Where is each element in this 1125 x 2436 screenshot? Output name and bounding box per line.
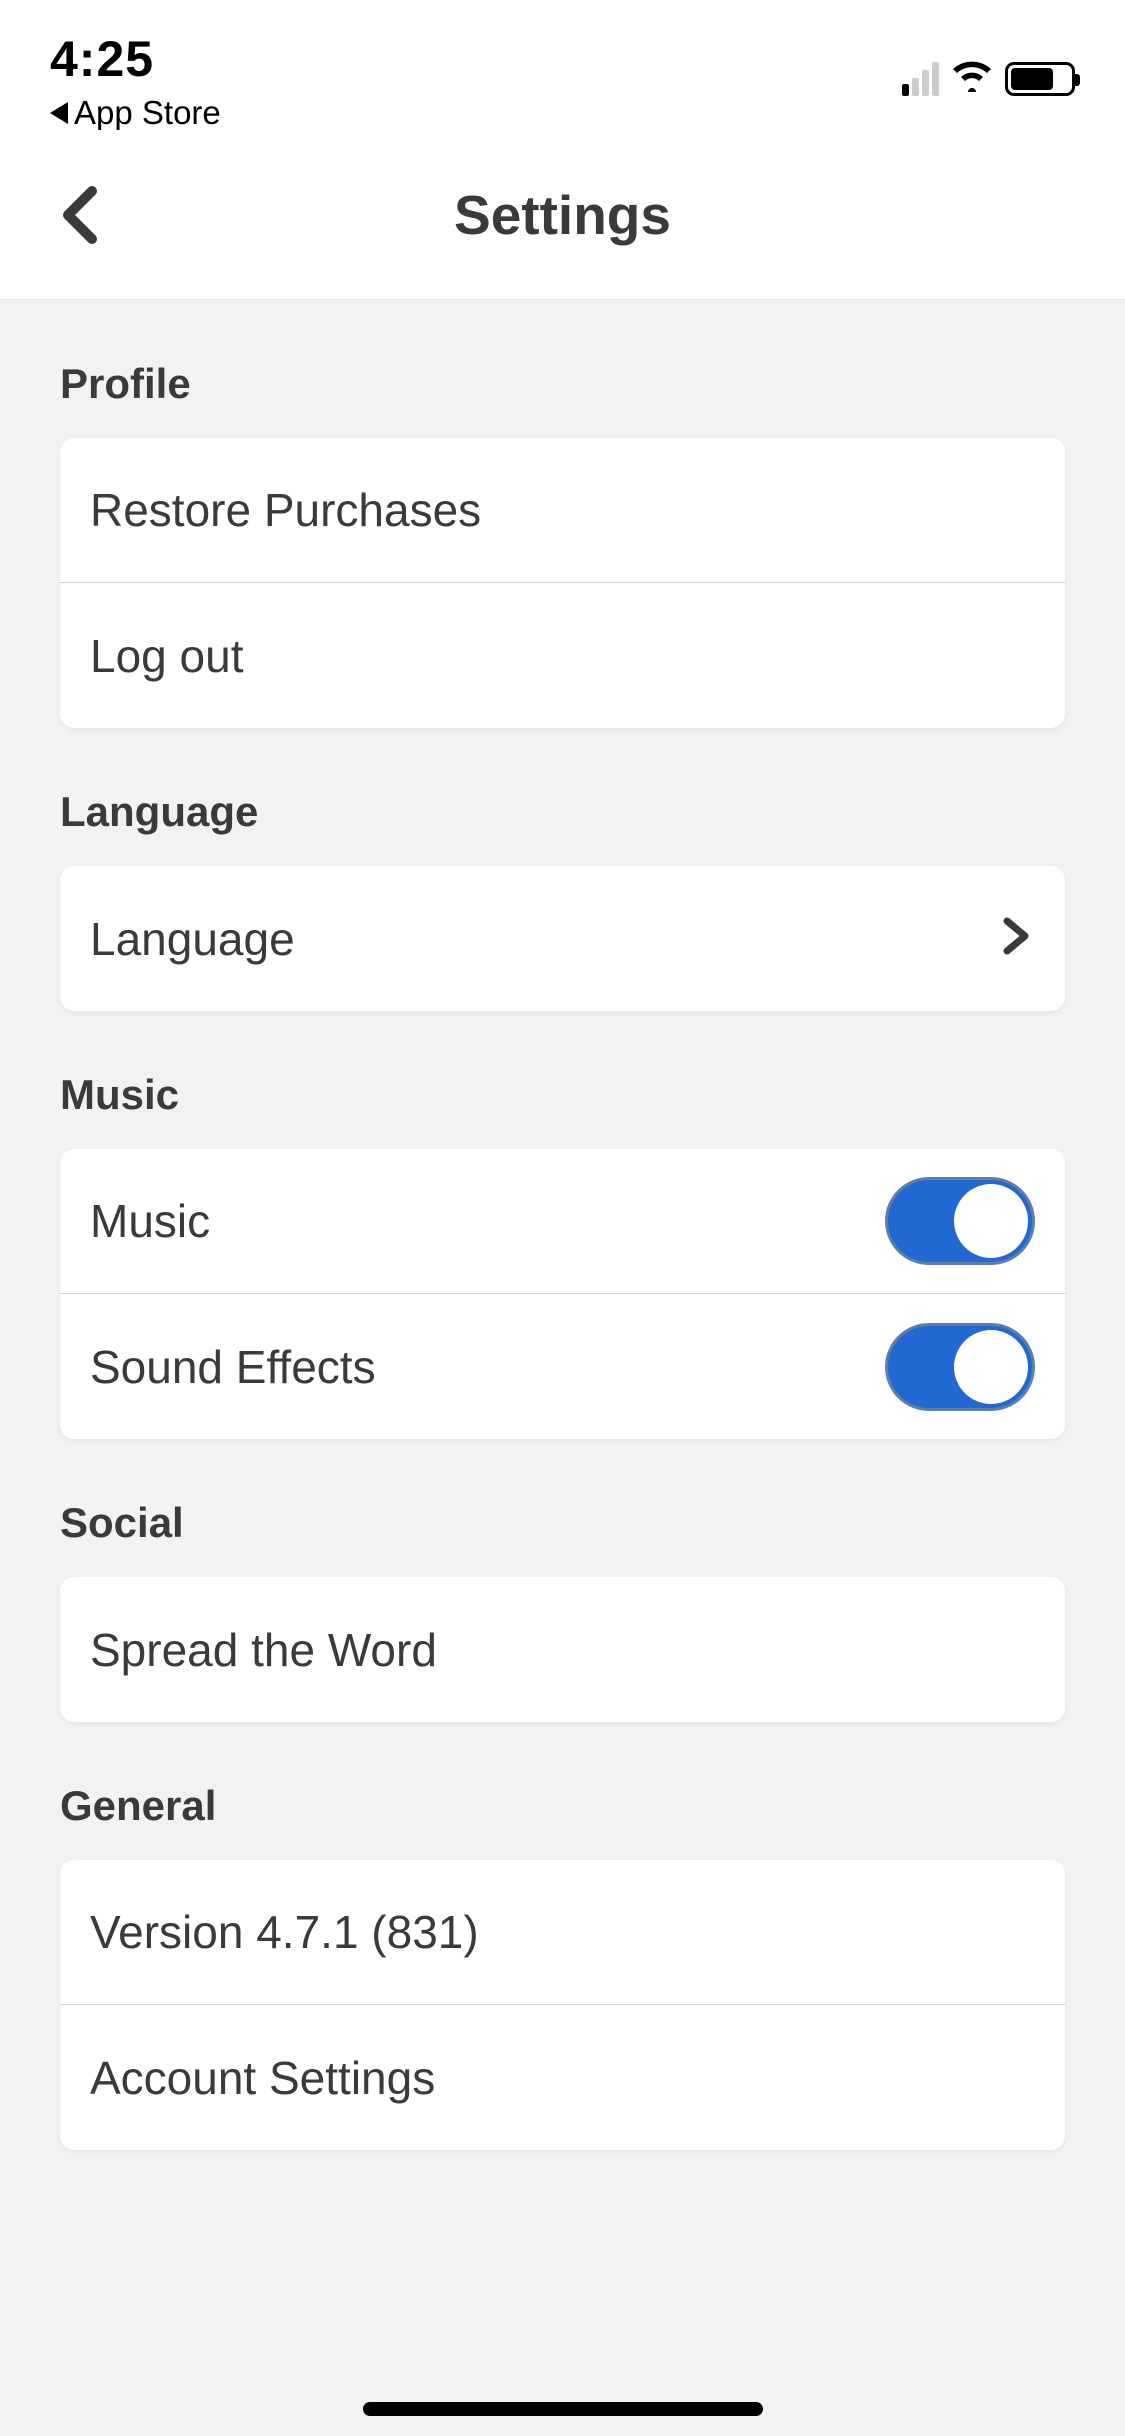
section-music: Music Music Sound Effects <box>0 1071 1125 1439</box>
back-button[interactable] <box>50 185 110 245</box>
toggle-knob <box>954 1330 1028 1404</box>
profile-card: Restore Purchases Log out <box>60 438 1065 728</box>
battery-fill <box>1011 68 1053 90</box>
sound-effects-row: Sound Effects <box>60 1294 1065 1439</box>
general-card: Version 4.7.1 (831) Account Settings <box>60 1860 1065 2150</box>
spread-row[interactable]: Spread the Word <box>60 1577 1065 1722</box>
language-row[interactable]: Language <box>60 866 1065 1011</box>
music-row: Music <box>60 1149 1065 1294</box>
content: Profile Restore Purchases Log out Langua… <box>0 360 1125 2150</box>
return-to-app-store[interactable]: App Store <box>50 94 221 132</box>
toggle-knob <box>954 1184 1028 1258</box>
section-general: General Version 4.7.1 (831) Account Sett… <box>0 1782 1125 2150</box>
status-time: 4:25 <box>50 30 221 88</box>
logout-row[interactable]: Log out <box>60 583 1065 728</box>
section-profile: Profile Restore Purchases Log out <box>0 360 1125 728</box>
home-indicator[interactable] <box>363 2402 763 2416</box>
account-settings-label: Account Settings <box>90 2051 435 2105</box>
nav-bar: Settings <box>0 130 1125 300</box>
sound-effects-toggle[interactable] <box>885 1323 1035 1411</box>
sound-effects-label: Sound Effects <box>90 1340 376 1394</box>
social-card: Spread the Word <box>60 1577 1065 1722</box>
music-label: Music <box>90 1194 210 1248</box>
version-row: Version 4.7.1 (831) <box>60 1860 1065 2005</box>
back-triangle-icon <box>50 94 68 132</box>
language-label: Language <box>90 912 295 966</box>
section-header-general: General <box>0 1782 1125 1860</box>
chevron-right-icon <box>997 917 1035 960</box>
spread-label: Spread the Word <box>90 1623 437 1677</box>
music-toggle[interactable] <box>885 1177 1035 1265</box>
cellular-signal-icon <box>902 62 939 96</box>
page-title: Settings <box>0 183 1125 247</box>
restore-purchases-row[interactable]: Restore Purchases <box>60 438 1065 583</box>
wifi-icon <box>951 60 993 97</box>
version-label: Version 4.7.1 (831) <box>90 1905 479 1959</box>
breadcrumb-label: App Store <box>74 94 221 132</box>
battery-icon <box>1005 62 1075 96</box>
section-language: Language Language <box>0 788 1125 1011</box>
section-social: Social Spread the Word <box>0 1499 1125 1722</box>
section-header-social: Social <box>0 1499 1125 1577</box>
status-bar: 4:25 App Store <box>0 0 1125 130</box>
logout-label: Log out <box>90 629 243 683</box>
section-header-music: Music <box>0 1071 1125 1149</box>
restore-purchases-label: Restore Purchases <box>90 483 481 537</box>
music-card: Music Sound Effects <box>60 1149 1065 1439</box>
section-header-profile: Profile <box>0 360 1125 438</box>
section-header-language: Language <box>0 788 1125 866</box>
status-left: 4:25 App Store <box>50 30 221 132</box>
account-settings-row[interactable]: Account Settings <box>60 2005 1065 2150</box>
language-card: Language <box>60 866 1065 1011</box>
status-right <box>902 30 1075 97</box>
